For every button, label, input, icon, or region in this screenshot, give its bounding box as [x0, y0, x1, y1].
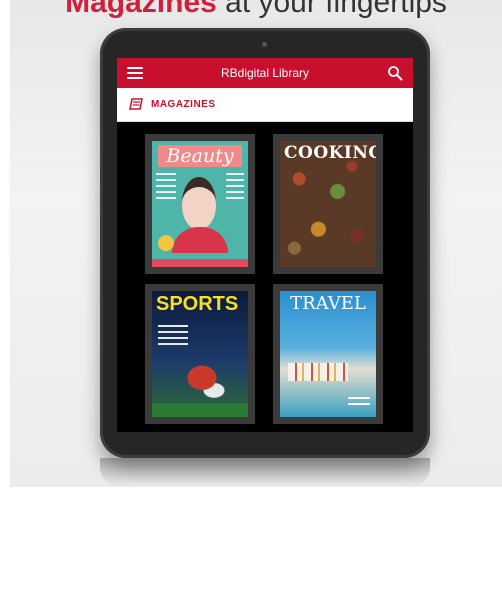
cover-strip: [152, 259, 248, 267]
magazine-title: SPORTS: [156, 293, 239, 315]
magazine-cover[interactable]: TRAVEL: [280, 291, 376, 417]
cover-portrait-body: [172, 227, 228, 253]
magazine-title: Beauty: [158, 145, 242, 167]
magazine-tile-beauty[interactable]: Beauty: [145, 134, 255, 274]
section-title: MAGAZINES: [151, 99, 216, 110]
tablet-screen: RBdigital Library MAGAZINES Beauty COOKI…: [117, 58, 413, 432]
cover-badge: [158, 235, 174, 251]
magazine-tile-sports[interactable]: SPORTS: [145, 284, 255, 424]
magazine-cover[interactable]: COOKING: [280, 141, 376, 267]
promo-headline-accent: Magazines: [65, 0, 217, 19]
cover-portrait: [182, 177, 216, 229]
magazine-title: COOKING: [284, 143, 376, 163]
cover-field: [152, 403, 248, 417]
camera-icon: [262, 42, 267, 47]
cover-text-lines: [348, 397, 370, 409]
app-header: RBdigital Library: [117, 58, 413, 88]
cover-coastline-image: [288, 363, 348, 381]
tablet-reflection: [100, 458, 430, 487]
magazine-cover[interactable]: Beauty: [152, 141, 248, 267]
magazine-icon: [129, 98, 143, 110]
app-title: RBdigital Library: [220, 66, 310, 80]
cover-player-image: [172, 361, 232, 403]
cover-text-lines: [226, 173, 244, 203]
cover-text-lines: [158, 325, 188, 349]
magazine-cover[interactable]: SPORTS: [152, 291, 248, 417]
promo-headline-rest: at your fingertips: [225, 0, 447, 19]
tablet-device: RBdigital Library MAGAZINES Beauty COOKI…: [100, 28, 430, 458]
magazine-tile-travel[interactable]: TRAVEL: [273, 284, 383, 424]
search-icon[interactable]: [387, 65, 403, 81]
promo-headline: Magazines at your fingertips: [10, 0, 502, 20]
magazine-title: TRAVEL: [290, 293, 366, 314]
section-header: MAGAZINES: [117, 88, 413, 122]
cover-text-lines: [156, 173, 176, 203]
magazine-tile-cooking[interactable]: COOKING: [273, 134, 383, 274]
promo-background: Magazines at your fingertips RBdigital L…: [10, 0, 502, 487]
